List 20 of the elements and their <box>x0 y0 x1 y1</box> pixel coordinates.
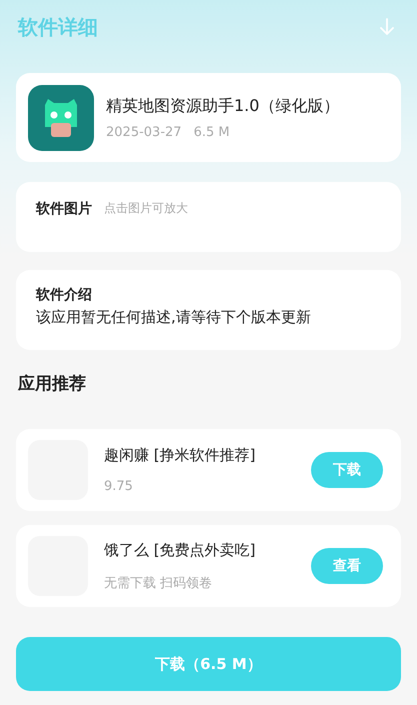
action-button[interactable]: 查看 <box>311 548 383 584</box>
recommendation-card[interactable]: 趣闲赚 [挣米软件推荐] 9.75 下载 <box>16 429 401 511</box>
description-text: 该应用暂无任何描述,请等待下个版本更新 <box>36 308 312 327</box>
section-label: 软件介绍 <box>36 286 93 304</box>
hint-text: 点击图片可放大 <box>104 200 188 217</box>
download-button[interactable]: 下载（6.5 M） <box>16 637 401 691</box>
action-button[interactable]: 下载 <box>311 452 383 488</box>
recommendation-card[interactable]: 饿了么 [免费点外卖吃] 无需下载 扫码领卷 查看 <box>16 525 401 607</box>
section-label: 软件图片 <box>36 200 92 218</box>
app-icon <box>28 84 94 150</box>
app-subtitle: 9.75 <box>104 479 134 494</box>
app-name: 趣闲赚 [挣米软件推荐] <box>104 446 256 465</box>
app-name: 饿了么 [免费点外卖吃] <box>104 540 256 560</box>
release-date: 2025-03-27 <box>106 124 182 140</box>
section-title: 应用推荐 <box>18 373 87 395</box>
app-name: 精英地图资源助手1.0（绿化版） <box>106 96 340 116</box>
page-title: 软件详细 <box>18 14 98 40</box>
download-arrow-icon[interactable] <box>379 18 395 36</box>
app-subtitle: 无需下载 扫码领卷 <box>104 574 214 592</box>
file-size: 6.5 M <box>194 124 230 140</box>
